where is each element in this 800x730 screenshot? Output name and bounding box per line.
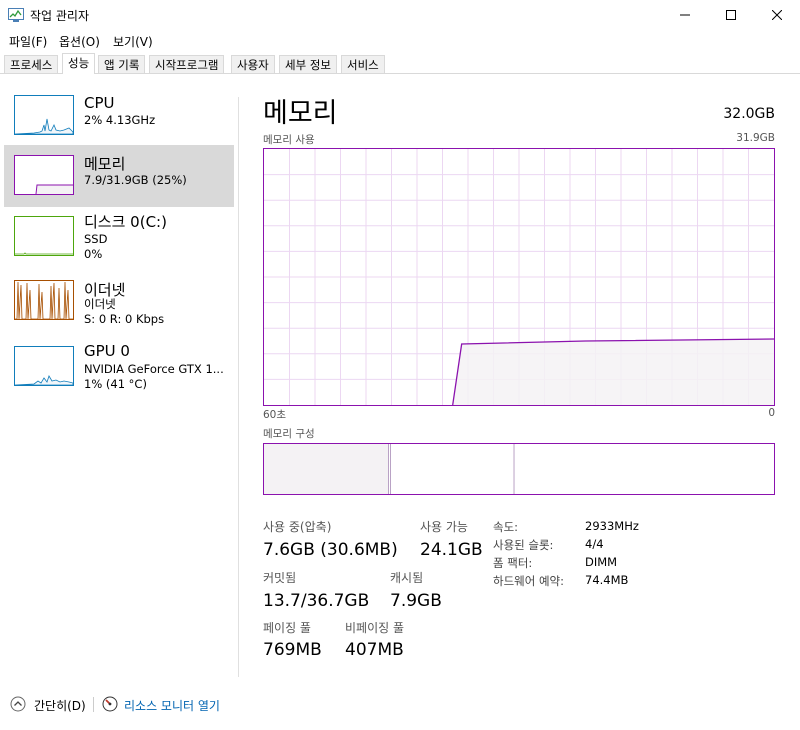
tab-performance[interactable]: 성능 [62,53,96,74]
resource-sub-gpu-2: 1% (41 °C) [84,377,147,391]
tab-users[interactable]: 사용자 [231,55,275,73]
stat-in-use-label: 사용 중(압축) [263,520,332,534]
kv-slots-label: 사용된 슬롯: [493,538,554,552]
collapse-button[interactable]: 간단히(D) [34,697,86,714]
stat-nonpaged-label: 비페이징 풀 [345,621,405,635]
memory-usage-graph [263,148,775,406]
resource-name-gpu: GPU 0 [84,342,130,360]
menu-file[interactable]: 파일(F) [9,33,47,50]
close-button[interactable] [754,0,800,30]
maximize-button[interactable] [708,0,754,30]
resource-sub-gpu-1: NVIDIA GeForce GTX 1... [84,362,224,376]
resource-name-memory: 메모리 [84,155,126,173]
kv-slots-value: 4/4 [585,537,604,551]
kv-speed-label: 속도: [493,520,519,534]
resource-monitor-link[interactable]: 리소스 모니터 열기 [124,697,220,714]
usage-area [452,339,774,405]
gpu-thumbnail-graph [14,346,74,386]
composition-label: 메모리 구성 [263,428,315,440]
minimize-button[interactable] [662,0,708,30]
detail-title: 메모리 [263,98,338,129]
chevron-up-circle-icon[interactable] [10,696,26,712]
memory-composition-bar [263,443,775,495]
stat-committed-value: 13.7/36.7GB [263,591,370,611]
menu-view[interactable]: 보기(V) [113,33,153,50]
stat-available-label: 사용 가능 [420,520,468,534]
stat-available-value: 24.1GB [420,540,483,560]
stat-paged-value: 769MB [263,640,322,660]
stat-paged-label: 페이징 풀 [263,621,311,635]
usage-graph-max: 31.9GB [736,132,775,144]
window-title: 작업 관리자 [30,9,90,23]
resource-sub-cpu-1: 2% 4.13GHz [84,113,156,127]
kv-speed-value: 2933MHz [585,519,639,533]
resource-sub-memory-1: 7.9/31.9GB (25%) [84,173,187,187]
resource-item-gpu[interactable]: GPU 0 NVIDIA GeForce GTX 1... 1% (41 °C) [4,340,234,402]
tab-app-history[interactable]: 앱 기록 [98,55,146,73]
stat-nonpaged-value: 407MB [345,640,404,660]
resource-monitor-icon[interactable] [102,696,118,712]
tab-startup[interactable]: 시작프로그램 [149,55,225,73]
close-icon [772,10,782,20]
resource-sub-ethernet-2: S: 0 R: 0 Kbps [84,312,165,326]
cpu-thumbnail-graph [14,95,74,135]
panel-separator [238,97,239,677]
maximize-icon [726,10,736,20]
resource-sub-disk-1: SSD [84,232,108,246]
stat-cached-value: 7.9GB [390,591,442,611]
tab-divider [0,73,800,74]
tab-processes[interactable]: 프로세스 [4,55,59,73]
usage-graph-label: 메모리 사용 [263,134,315,146]
resource-item-ethernet[interactable]: 이더넷 이더넷 S: 0 R: 0 Kbps [4,275,234,337]
ethernet-thumbnail-graph [14,280,74,320]
minimize-icon [680,14,690,16]
task-manager-icon [8,8,24,22]
resource-item-memory[interactable]: 메모리 7.9/31.9GB (25%) [4,145,234,207]
footer-bar [0,690,800,730]
disk-thumbnail-graph [14,216,74,256]
tab-details[interactable]: 세부 정보 [279,55,337,73]
stat-in-use-value: 7.6GB (30.6MB) [263,540,398,560]
resource-name-cpu: CPU [84,94,115,112]
kv-reserved-value: 74.4MB [585,573,629,587]
kv-reserved-label: 하드웨어 예약: [493,574,565,588]
memory-thumbnail-graph [14,155,74,195]
resource-sub-disk-2: 0% [84,247,103,261]
resource-item-disk[interactable]: 디스크 0(C:) SSD 0% [4,209,234,271]
stat-committed-label: 커밋됨 [263,571,297,585]
graph-axis-right: 0 [768,407,775,419]
menu-options[interactable]: 옵션(O) [59,33,100,50]
kv-form-value: DIMM [585,555,618,569]
resource-item-cpu[interactable]: CPU 2% 4.13GHz [4,90,234,152]
stat-cached-label: 캐시됨 [390,571,424,585]
resource-name-disk: 디스크 0(C:) [84,213,167,231]
graph-axis-left: 60초 [263,409,287,421]
footer-divider [93,697,94,712]
tab-services[interactable]: 서비스 [341,55,385,73]
memory-total: 32.0GB [723,106,775,122]
kv-form-label: 폼 팩터: [493,556,533,570]
resource-sub-ethernet-1: 이더넷 [84,297,116,311]
